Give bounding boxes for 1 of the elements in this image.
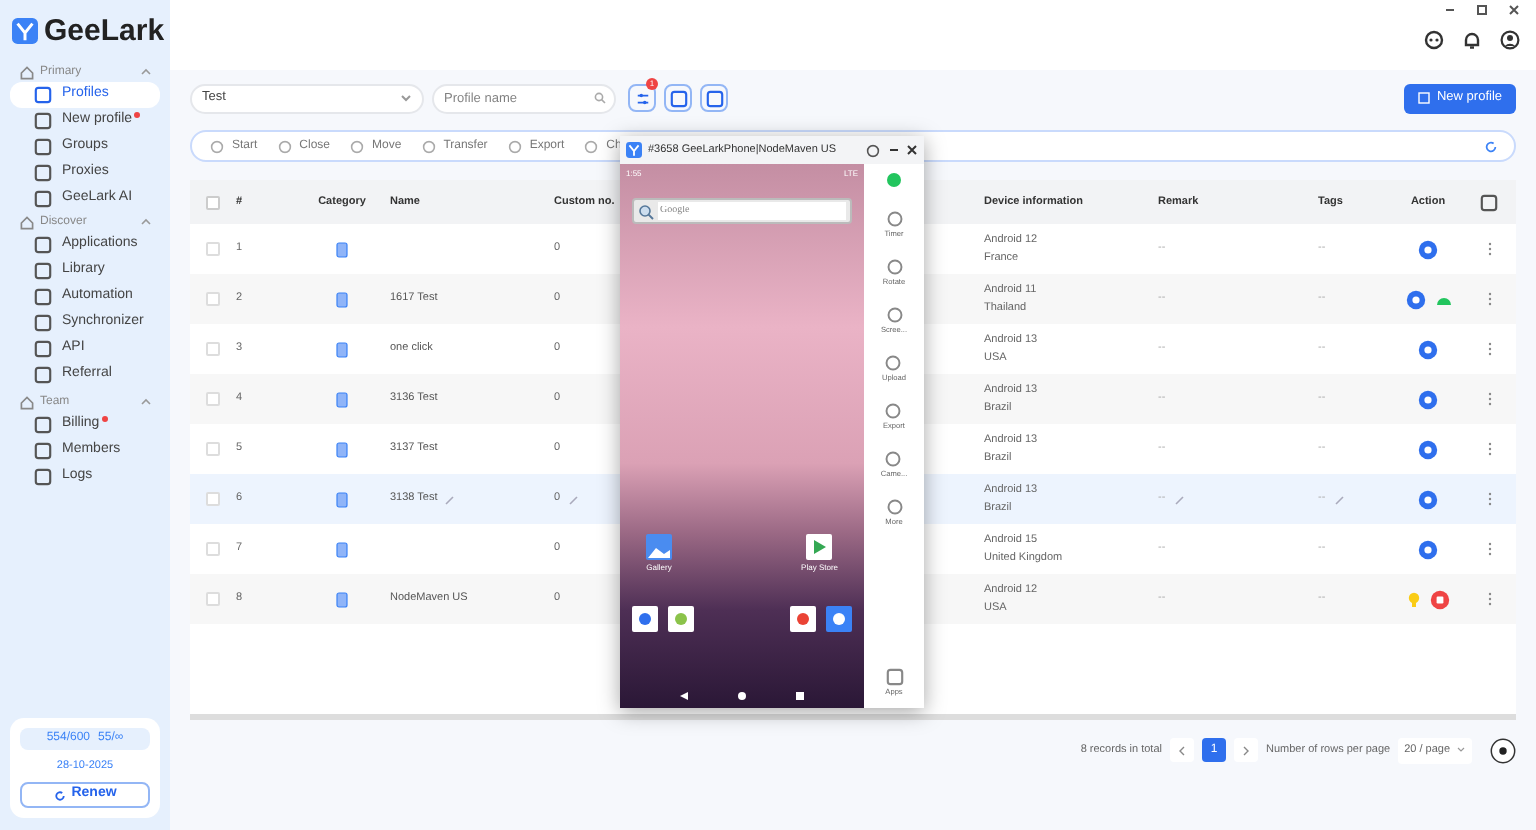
logo-text: GeeLark	[44, 16, 165, 46]
